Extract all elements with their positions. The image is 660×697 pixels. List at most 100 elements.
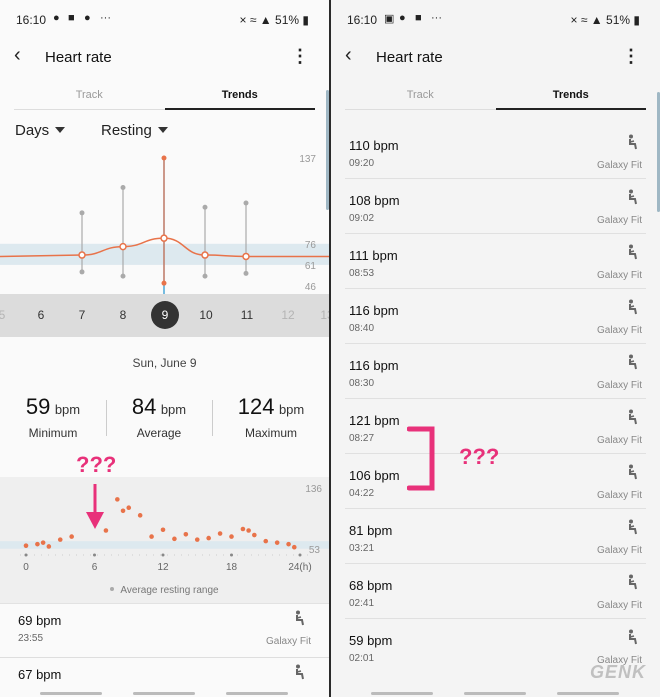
signal-icon: ▲ [590, 13, 603, 27]
tab-bar: Track Trends [14, 84, 315, 110]
annotation-label: ??? [76, 452, 117, 477]
entry-source: Galaxy Fit [596, 325, 642, 336]
tab-trends[interactable]: Trends [495, 84, 646, 110]
y-min-label: 53 [309, 545, 321, 556]
list-item[interactable]: 69 bpm 23:55 Galaxy Fit [0, 603, 329, 658]
entry-source: Galaxy Fit [596, 545, 642, 556]
day-item[interactable]: 12 [278, 308, 298, 322]
y-tick-label: 46 [305, 282, 317, 293]
back-arrow-icon[interactable]: ‹ [345, 44, 352, 67]
list-item[interactable]: 111 bpm 08:53 Galaxy Fit [345, 234, 646, 289]
data-point [263, 538, 269, 544]
x-tick-label: 12 [157, 562, 169, 573]
back-arrow-icon[interactable]: ‹ [14, 44, 21, 67]
nav-recents[interactable] [40, 692, 102, 695]
data-point [252, 532, 257, 538]
period-dropdown[interactable]: Days [15, 122, 66, 139]
nav-back[interactable] [557, 692, 619, 695]
data-point [229, 534, 234, 539]
stat-minimum: 59 bpm Minimum [0, 394, 106, 440]
sitting-person-icon [629, 134, 637, 150]
more-options-icon[interactable]: ⋮ [291, 46, 309, 67]
range-min-point [79, 269, 85, 275]
annotation-label: ??? [459, 444, 500, 469]
data-point [160, 527, 166, 533]
list-item[interactable]: 116 bpm 08:40 Galaxy Fit [345, 289, 646, 344]
entry-time: 08:53 [349, 268, 375, 279]
tab-track[interactable]: Track [14, 84, 165, 110]
sitting-person-icon [296, 610, 304, 626]
entry-bpm: 111 bpm [349, 248, 398, 263]
list-item[interactable]: 81 bpm 03:21 Galaxy Fit [345, 509, 646, 564]
day-item-selected[interactable]: 9 [151, 301, 179, 329]
data-point [126, 505, 132, 511]
list-item[interactable]: 68 bpm 02:41 Galaxy Fit [345, 564, 646, 619]
right-screen: 16:10 ▣ ● ■ ··· × ≈ ▲ 51% ▮ ‹ Heart rate… [331, 0, 660, 697]
x-tick-dot [230, 553, 233, 557]
entry-source: Galaxy Fit [596, 215, 642, 226]
data-point [246, 528, 251, 533]
day-item[interactable]: 5 [0, 308, 12, 322]
divider [212, 400, 213, 436]
hourly-heart-rate-chart: 136 53 0 6 12 18 24(h) [0, 484, 329, 573]
chevron-down-icon [55, 127, 66, 133]
selected-date: Sun, June 9 [132, 356, 197, 370]
type-dropdown[interactable]: Resting [101, 122, 168, 139]
data-point [206, 535, 211, 541]
sitting-person-icon [629, 519, 637, 535]
more-options-icon[interactable]: ⋮ [622, 46, 640, 67]
notification-icon: ● [399, 12, 406, 24]
status-time: 16:10 [16, 13, 47, 27]
data-point [57, 537, 63, 542]
range-min-point [120, 273, 126, 279]
facebook-icon: ■ [68, 12, 75, 24]
sitting-person-icon [629, 574, 637, 590]
entry-time: 23:55 [18, 633, 44, 644]
y-tick-label: 137 [299, 154, 316, 165]
x-tick-label: 18 [226, 562, 238, 573]
day-item[interactable]: 6 [31, 308, 51, 322]
tab-track[interactable]: Track [345, 84, 496, 110]
tab-trends[interactable]: Trends [164, 84, 315, 110]
more-notifications-icon: ··· [100, 12, 111, 24]
type-dropdown-label: Resting [101, 122, 152, 139]
list-item[interactable]: 116 bpm 08:30 Galaxy Fit [345, 344, 646, 399]
data-point [240, 526, 246, 532]
range-max-point [202, 204, 208, 210]
mute-icon: × [570, 13, 578, 27]
day-item[interactable]: 13 [317, 308, 329, 322]
stat-unit: bpm [54, 402, 81, 417]
entry-bpm: 59 bpm [349, 633, 393, 648]
sitting-person-icon [629, 409, 637, 425]
stat-unit: bpm [278, 402, 305, 417]
entry-bpm: 110 bpm [349, 138, 399, 153]
y-tick-label: 61 [305, 261, 317, 272]
list-item[interactable]: 108 bpm 09:02 Galaxy Fit [345, 179, 646, 234]
data-point [46, 544, 52, 549]
chart-legend: Average resting range [0, 585, 329, 596]
sitting-person-icon [629, 354, 637, 370]
entry-time: 08:40 [349, 323, 375, 334]
bracket-annotation-icon [407, 426, 435, 491]
day-item[interactable]: 8 [113, 308, 133, 322]
entry-time: 08:27 [349, 433, 375, 444]
nav-recents[interactable] [371, 692, 433, 695]
x-tick-label: 6 [92, 562, 98, 573]
list-item[interactable]: 110 bpm 09:20 Galaxy Fit [345, 124, 646, 179]
stat-label: Maximum [244, 426, 297, 440]
nav-home[interactable] [464, 692, 526, 695]
x-tick-label: 0 [23, 562, 29, 573]
day-item[interactable]: 7 [72, 308, 92, 322]
entry-bpm: 68 bpm [349, 578, 393, 593]
range-max-point [120, 185, 126, 191]
day-item[interactable]: 10 [196, 308, 216, 322]
x-tick-dot [24, 553, 28, 557]
day-item[interactable]: 11 [237, 308, 257, 322]
image-icon: ▣ [384, 13, 395, 25]
nav-home[interactable] [133, 692, 195, 695]
wifi-icon: ≈ [580, 13, 588, 27]
status-bar: 16:10 ● ■ ● ··· × ≈ ▲ 51% ▮ [0, 0, 329, 38]
nav-back[interactable] [226, 692, 288, 695]
entry-time: 04:22 [349, 488, 375, 499]
status-right: × ≈ ▲ 51% ▮ [570, 13, 640, 27]
